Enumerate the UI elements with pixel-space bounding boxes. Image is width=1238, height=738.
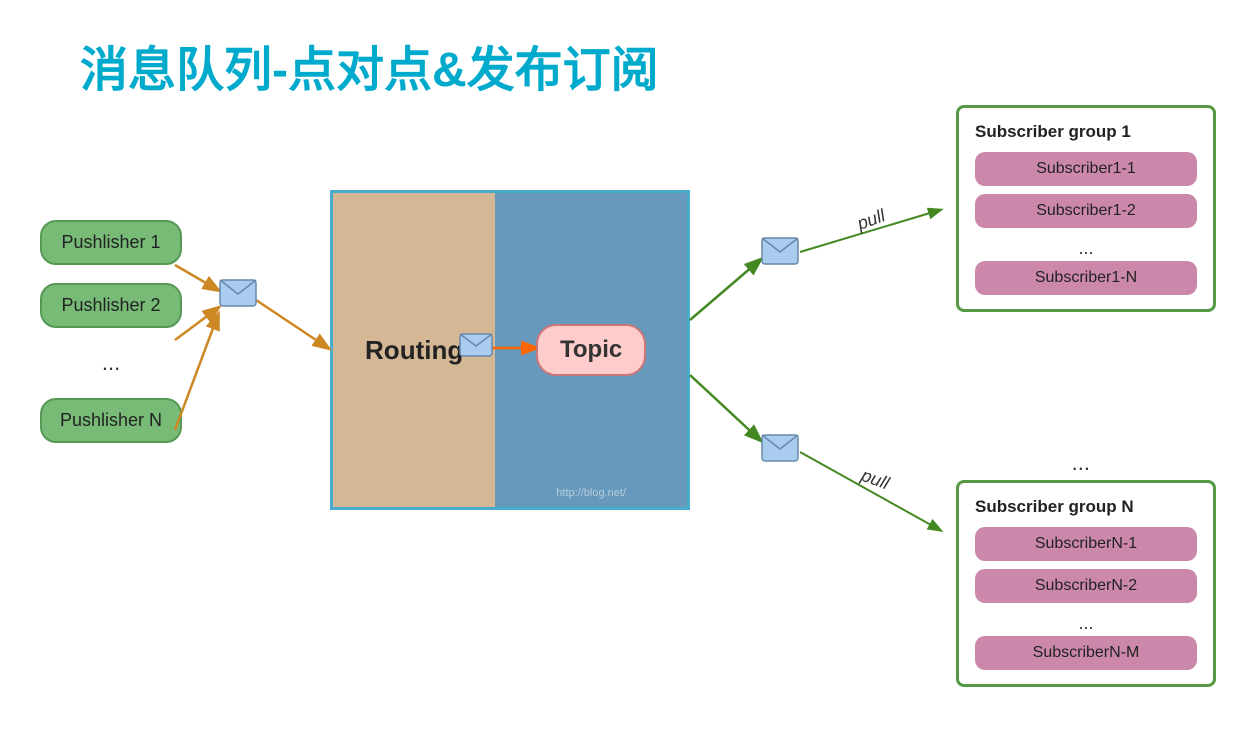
subscriber-group-n-title: Subscriber group N	[975, 497, 1197, 517]
subscriber-group-1-title: Subscriber group 1	[975, 122, 1197, 142]
topic-pill: Topic	[536, 324, 646, 376]
routing-label: Routing	[333, 193, 495, 507]
subscriber-n-1: SubscriberN-1	[975, 527, 1197, 561]
routing-topic-box: Routing Topic http://blog.net/	[330, 190, 690, 510]
page-title: 消息队列-点对点&发布订阅	[80, 30, 659, 100]
page: 消息队列-点对点&发布订阅 Pushlisher 1 Pushlisher 2 …	[0, 0, 1238, 738]
subscriber-group-n: Subscriber group N SubscriberN-1 Subscri…	[956, 480, 1216, 687]
subscriber-1-1: Subscriber1-1	[975, 152, 1197, 186]
publishers-list: Pushlisher 1 Pushlisher 2 ... Pushlisher…	[40, 220, 182, 443]
watermark: http://blog.net/	[495, 487, 687, 499]
subscriber-1-2: Subscriber1-2	[975, 194, 1197, 228]
topic-area: Topic http://blog.net/	[495, 193, 687, 507]
subscriber-group-1: Subscriber group 1 Subscriber1-1 Subscri…	[956, 105, 1216, 312]
pull-label-1: pull	[854, 205, 889, 234]
pull-label-n: pull	[858, 465, 893, 494]
publishers-dots: ...	[40, 346, 182, 380]
subscriber-1-dots: ...	[975, 236, 1197, 261]
publisher-1: Pushlisher 1	[40, 220, 182, 265]
publisher-2: Pushlisher 2	[40, 283, 182, 328]
subscriber-n-2: SubscriberN-2	[975, 569, 1197, 603]
subscriber-1-n: Subscriber1-N	[975, 261, 1197, 295]
subscriber-n-dots: ...	[975, 611, 1197, 636]
between-groups-dots: ...	[1072, 450, 1090, 476]
publisher-n: Pushlisher N	[40, 398, 182, 443]
subscriber-n-m: SubscriberN-M	[975, 636, 1197, 670]
